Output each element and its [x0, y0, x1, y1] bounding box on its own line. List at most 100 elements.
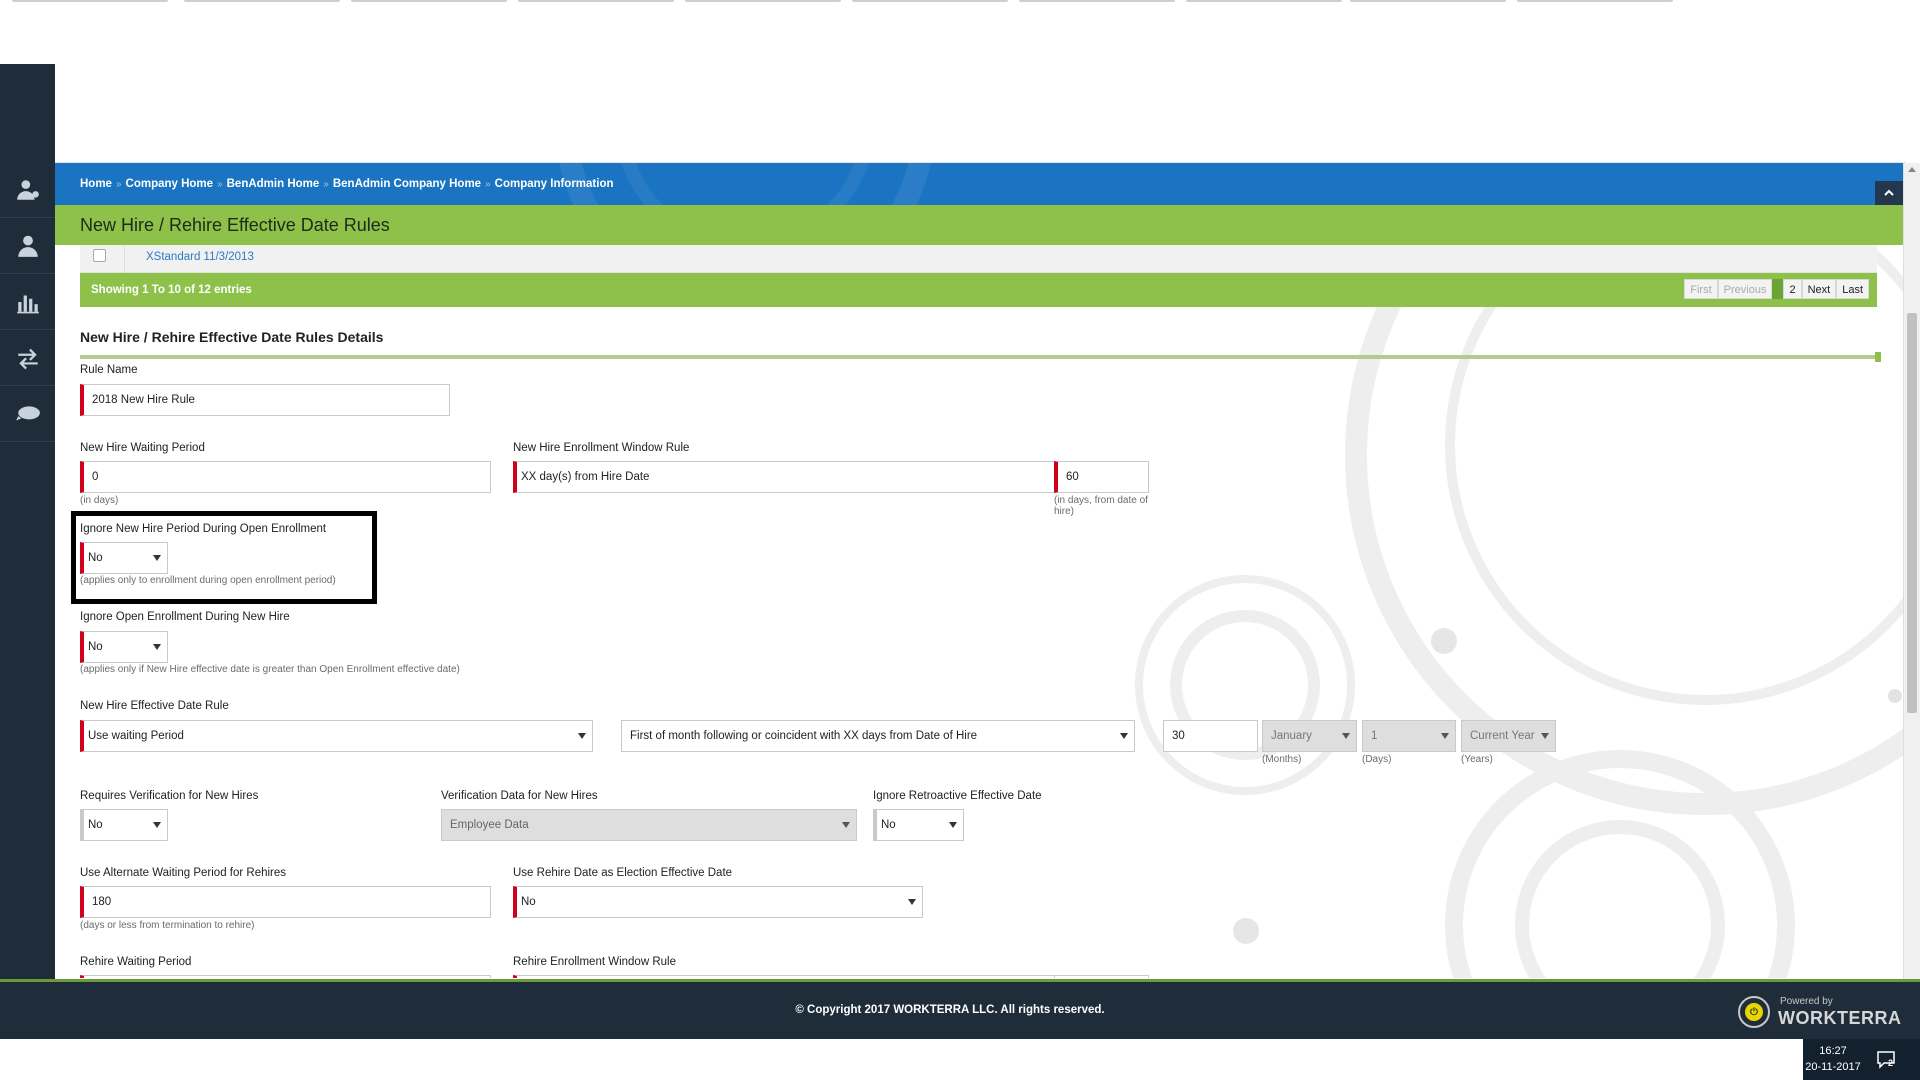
transfer-arrows-icon — [17, 348, 38, 369]
chevron-down-icon — [578, 733, 586, 739]
months-hint: (Months) — [1262, 754, 1302, 765]
years-hint: (Years) — [1461, 754, 1493, 765]
pager-page-2[interactable]: 2 — [1783, 279, 1802, 299]
new-hire-waiting-period-hint: (in days) — [80, 495, 119, 506]
select-value: No — [88, 819, 103, 831]
tab-stub[interactable] — [685, 0, 841, 2]
new-hire-waiting-period-input[interactable]: 0 — [80, 461, 491, 493]
logo-inner: ⏻ — [1745, 1003, 1763, 1021]
ignore-open-enrollment-select[interactable]: No — [80, 631, 168, 663]
alt-waiting-period-input[interactable]: 180 — [80, 886, 491, 918]
page-scrollbar[interactable] — [1903, 163, 1920, 1039]
new-hire-enrollment-days-input[interactable]: 60 — [1054, 461, 1149, 493]
tab-stub[interactable] — [518, 0, 674, 2]
select-value: January — [1271, 730, 1312, 742]
use-rehire-date-select[interactable]: No — [513, 886, 923, 918]
requires-verification-select[interactable]: No — [80, 809, 168, 841]
powered-by-logo: ⏻ Powered by WORKTERRA — [1738, 994, 1901, 1032]
breadcrumb-company-home[interactable]: Company Home — [126, 178, 214, 190]
sidebar-item-reports[interactable] — [0, 274, 55, 330]
years-select[interactable]: Current Year — [1461, 720, 1556, 752]
days-hint: (Days) — [1362, 754, 1392, 765]
collapse-button[interactable] — [1875, 181, 1903, 205]
taskbar: 16:27 20-11-2017 2 — [0, 1039, 1920, 1080]
new-hire-enrollment-window-label: New Hire Enrollment Window Rule — [513, 442, 690, 454]
pager-last[interactable]: Last — [1836, 279, 1869, 299]
breadcrumb-benadmin-company-home[interactable]: BenAdmin Company Home — [333, 178, 481, 190]
clock-time: 16:27 — [1819, 1045, 1847, 1057]
effective-date-days-input[interactable]: 30 — [1163, 720, 1258, 752]
ignore-new-hire-period-label: Ignore New Hire Period During Open Enrol… — [80, 523, 327, 535]
sidebar-item-employee[interactable] — [0, 218, 55, 274]
page-title: New Hire / Rehire Effective Date Rules — [80, 215, 390, 235]
pager-next[interactable]: Next — [1801, 279, 1837, 299]
sidebar-item-messages[interactable] — [0, 386, 55, 442]
scroll-up-arrow-icon[interactable] — [1908, 167, 1916, 172]
effective-date-sub-rule-select[interactable]: First of month following or coincident w… — [621, 720, 1135, 752]
taskbar-clock[interactable]: 16:27 20-11-2017 — [1803, 1043, 1863, 1075]
ignore-new-hire-period-select[interactable]: No — [80, 542, 168, 574]
rule-link[interactable]: XStandard 11/3/2013 — [146, 251, 254, 263]
rule-name-label: Rule Name — [80, 364, 138, 376]
row-checkbox[interactable] — [93, 249, 106, 262]
title-bar: New Hire / Rehire Effective Date Rules — [55, 205, 1903, 245]
new-hire-enrollment-window-select[interactable]: XX day(s) from Hire Date — [513, 461, 1083, 493]
pager-first[interactable]: First — [1684, 279, 1718, 299]
bar-chart-icon — [16, 295, 39, 313]
chat-bubble-icon — [15, 405, 40, 420]
ignore-retroactive-select[interactable]: No — [873, 809, 964, 841]
new-hire-effective-date-rule-label: New Hire Effective Date Rule — [80, 700, 229, 712]
breadcrumb-home[interactable]: Home — [80, 178, 112, 190]
tab-stub[interactable] — [1517, 0, 1673, 2]
background-decoration — [1233, 918, 1259, 944]
sidebar-item-transfer[interactable] — [0, 330, 55, 386]
select-value: No — [88, 552, 103, 564]
chevron-down-icon — [153, 644, 161, 650]
rule-name-input[interactable]: 2018 New Hire Rule — [80, 384, 450, 416]
breadcrumb-benadmin-home[interactable]: BenAdmin Home — [227, 178, 320, 190]
new-hire-enrollment-days-hint: hire) — [1054, 506, 1075, 517]
pager-page-1[interactable]: 1 — [1772, 279, 1784, 299]
entries-info: Showing 1 To 10 of 12 entries — [91, 284, 252, 296]
background-decoration — [1431, 628, 1457, 654]
verification-data-select[interactable]: Employee Data — [441, 809, 857, 841]
requires-verification-label: Requires Verification for New Hires — [80, 790, 259, 802]
user-icon — [17, 235, 38, 257]
section-heading: New Hire / Rehire Effective Date Rules D… — [80, 329, 384, 345]
tab-stub[interactable] — [184, 0, 340, 2]
tab-stub[interactable] — [12, 0, 168, 2]
rehire-enrollment-window-select[interactable] — [513, 975, 1083, 978]
days-select[interactable]: 1 — [1362, 720, 1456, 752]
powered-by-label: Powered by — [1780, 996, 1833, 1007]
breadcrumb-company-information[interactable]: Company Information — [495, 178, 614, 190]
copyright-text: © Copyright 2017 WORKTERRA LLC. All righ… — [795, 1004, 1105, 1016]
cell-divider — [124, 245, 125, 273]
header-area — [6, 8, 1906, 163]
select-value: First of month following or coincident w… — [630, 730, 978, 742]
select-value: No — [88, 641, 103, 653]
sidebar-item-people[interactable] — [0, 162, 55, 218]
rehire-enrollment-days-input[interactable] — [1054, 975, 1149, 978]
notification-button[interactable]: 2 — [1875, 1048, 1897, 1070]
chevron-down-icon — [1441, 733, 1449, 739]
tab-stub[interactable] — [1350, 0, 1506, 2]
tab-stub[interactable] — [852, 0, 1008, 2]
chevron-down-icon — [153, 555, 161, 561]
rehire-waiting-period-input[interactable] — [80, 975, 491, 978]
tab-stub[interactable] — [351, 0, 507, 2]
chevron-down-icon — [1120, 733, 1128, 739]
chevron-down-icon — [908, 899, 916, 905]
new-hire-effective-date-rule-select[interactable]: Use waiting Period — [80, 720, 593, 752]
table-footer: Showing 1 To 10 of 12 entries First Prev… — [80, 273, 1877, 307]
scroll-thumb[interactable] — [1907, 313, 1917, 713]
pager-previous[interactable]: Previous — [1717, 279, 1773, 299]
main-content: XStandard 11/3/2013 Showing 1 To 10 of 1… — [55, 245, 1903, 978]
breadcrumb-bar: Home» Company Home» BenAdmin Home» BenAdmin… — [55, 163, 1903, 205]
ignore-retroactive-label: Ignore Retroactive Effective Date — [873, 790, 1042, 802]
months-select[interactable]: January — [1262, 720, 1357, 752]
breadcrumb-separator: » — [323, 179, 329, 190]
chevron-up-icon — [1884, 189, 1894, 196]
tab-stub[interactable] — [1186, 0, 1342, 2]
tab-stub[interactable] — [1019, 0, 1175, 2]
select-value: XX day(s) from Hire Date — [521, 471, 650, 483]
